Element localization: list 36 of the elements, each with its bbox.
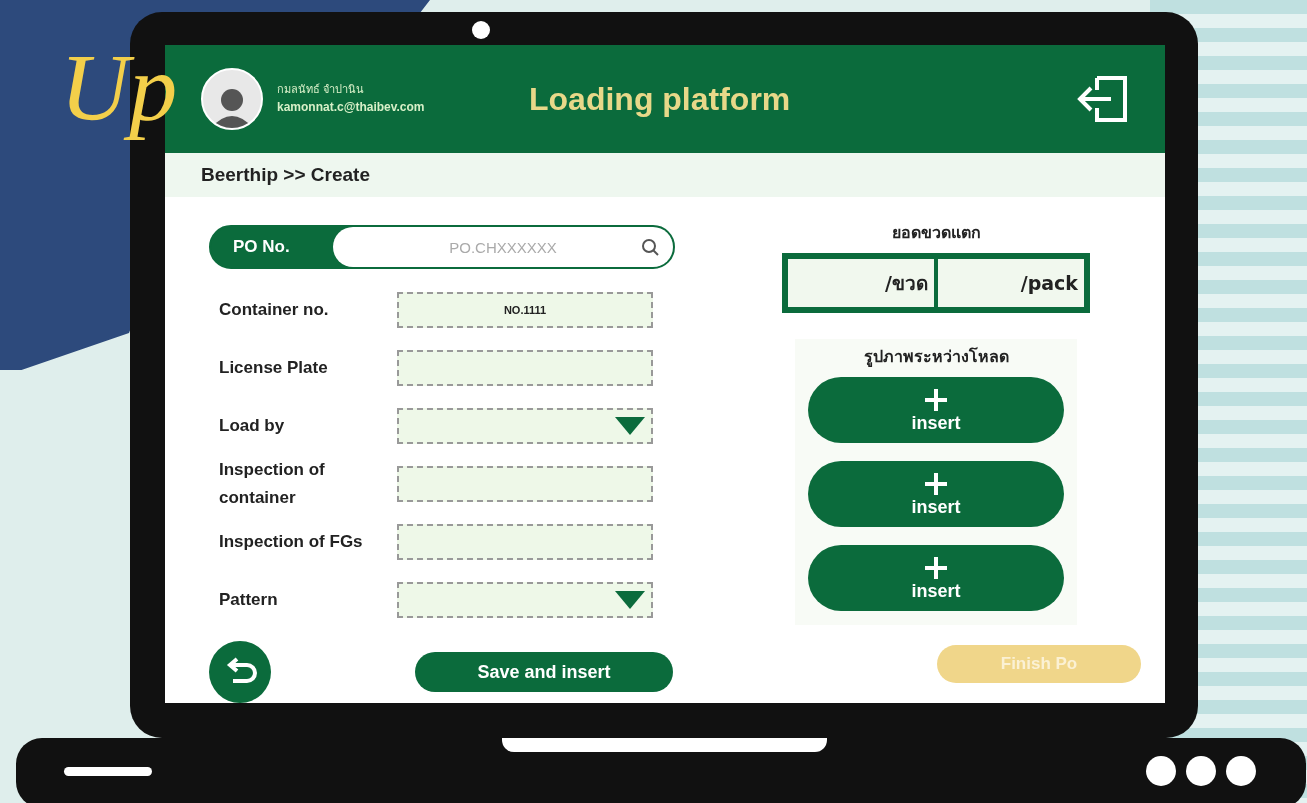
section-title: ยอดขวดแตก xyxy=(891,222,981,244)
insert-button[interactable]: insert xyxy=(808,377,1064,443)
plus-icon xyxy=(924,472,948,496)
field-label: Load by xyxy=(218,415,286,437)
dropdown-field[interactable] xyxy=(397,582,653,618)
po-search-field[interactable]: PO.CHXXXXXX xyxy=(333,227,673,267)
back-button[interactable] xyxy=(209,641,271,703)
plus-icon xyxy=(924,556,948,580)
insert-button[interactable]: insert xyxy=(808,545,1064,611)
logout-icon[interactable] xyxy=(1075,73,1129,124)
field-label: Pattern xyxy=(218,589,279,611)
dropdown-arrow-icon xyxy=(615,591,645,609)
insert-button[interactable]: insert xyxy=(808,461,1064,527)
save-button[interactable]: Save and insert xyxy=(415,652,673,692)
input-field[interactable] xyxy=(397,350,653,386)
field-label: Inspection of FGs xyxy=(218,531,364,553)
po-label: PO No. xyxy=(232,236,291,259)
dropdown-field[interactable] xyxy=(397,408,653,444)
user-email: kamonnat.c@thaibev.com xyxy=(277,99,426,117)
search-icon xyxy=(641,238,659,256)
quantity-field[interactable]: /ขวด xyxy=(788,259,934,307)
field-label: Container no. xyxy=(218,299,330,321)
field-label: Inspection of container xyxy=(218,459,326,509)
user-name: กมลนัทธ์ จำปานิน xyxy=(277,81,366,98)
page-title: Loading platform xyxy=(529,79,791,119)
breadcrumb: Beerthip >> Create xyxy=(201,162,370,187)
dropdown-arrow-icon xyxy=(615,417,645,435)
input-field[interactable] xyxy=(397,466,653,502)
input-field[interactable]: NO.1111 xyxy=(397,292,653,328)
field-label: License Plate xyxy=(218,357,329,379)
dots-icon xyxy=(1146,756,1256,786)
quantity-field[interactable]: /pack xyxy=(938,259,1084,307)
plus-icon xyxy=(924,388,948,412)
input-field[interactable] xyxy=(397,524,653,560)
slot-icon xyxy=(64,767,152,776)
section-title: รูปภาพระหว่างโหลด xyxy=(863,346,1009,369)
